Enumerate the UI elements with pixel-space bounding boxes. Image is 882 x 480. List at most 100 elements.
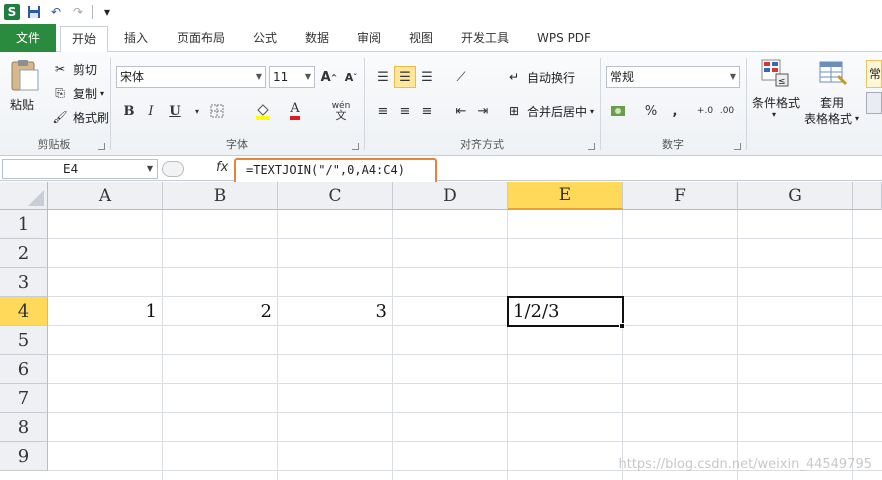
decrease-indent-button[interactable]: ⇤ [450, 100, 472, 122]
row-header-8[interactable]: 8 [0, 413, 48, 442]
borders-button[interactable] [206, 100, 228, 122]
number-launcher-icon[interactable] [734, 143, 741, 150]
column-header-a[interactable]: A [48, 182, 163, 210]
paste-button[interactable]: 粘贴 [10, 96, 34, 113]
format-painter-button[interactable]: 🖌 格式刷 [50, 108, 109, 126]
number-format-select[interactable]: 常规 ▼ [606, 66, 740, 88]
tab-file[interactable]: 文件 [0, 24, 56, 52]
paste-icon[interactable] [6, 58, 42, 94]
chevron-down-icon[interactable]: ▾ [186, 100, 208, 122]
tab-insert[interactable]: 插入 [114, 26, 158, 52]
font-color-letter: A [290, 102, 300, 120]
merge-cells-icon: ⊞ [508, 104, 520, 118]
row-header-1[interactable]: 1 [0, 210, 48, 239]
bold-button[interactable]: B [118, 100, 140, 122]
column-header-f[interactable]: F [623, 182, 738, 210]
save-icon[interactable] [26, 4, 42, 20]
table-format-line1[interactable]: 套用 [820, 94, 844, 111]
align-bottom-button[interactable]: ☰ [416, 66, 438, 88]
gridline [622, 210, 623, 480]
row-header-5[interactable]: 5 [0, 326, 48, 355]
alignment-launcher-icon[interactable] [588, 143, 595, 150]
cell-b4[interactable]: 2 [163, 297, 277, 326]
paste-label: 粘贴 [10, 98, 35, 112]
gridline [737, 210, 738, 480]
clipboard-launcher-icon[interactable] [98, 143, 105, 150]
merge-center-button[interactable]: ⊞ 合并后居中 ▾ [504, 102, 594, 120]
redo-icon[interactable]: ↷ [70, 4, 86, 20]
tab-review[interactable]: 审阅 [348, 26, 390, 52]
tab-wps-pdf[interactable]: WPS PDF [528, 26, 600, 52]
increase-indent-button[interactable]: ⇥ [472, 100, 494, 122]
conditional-format-button[interactable]: 条件格式 [752, 94, 800, 111]
watermark-text: https://blog.csdn.net/weixin_44549795 [618, 457, 872, 472]
align-right-button[interactable]: ≡ [416, 100, 438, 122]
column-header-c[interactable]: C [278, 182, 393, 210]
copy-button[interactable]: ⎘ 复制 ▾ [50, 84, 104, 102]
column-header-h[interactable] [853, 182, 882, 210]
grow-font-button[interactable]: A ^ [318, 66, 340, 88]
font-size-select[interactable]: 11 ▼ [269, 66, 315, 88]
tab-developer[interactable]: 开发工具 [452, 26, 518, 52]
increase-decimal-button[interactable]: +.0 [694, 100, 716, 122]
phonetic-button[interactable]: wén 文 [326, 100, 356, 122]
decrease-decimal-button[interactable]: .00 [716, 100, 738, 122]
gridline [277, 210, 278, 480]
group-divider [110, 58, 111, 150]
comma-button[interactable]: , [664, 100, 686, 122]
fx-icon[interactable]: fx [216, 160, 228, 175]
font-launcher-icon[interactable] [352, 143, 359, 150]
table-format-button[interactable]: 表格格式 ▾ [804, 110, 859, 127]
align-middle-button[interactable]: ☰ [394, 66, 416, 88]
cell-styles-button[interactable]: 常 [866, 60, 882, 88]
group-divider [600, 58, 601, 150]
column-header-e[interactable]: E [508, 182, 623, 210]
currency-button[interactable] [608, 100, 630, 122]
cell-c4[interactable]: 3 [278, 297, 392, 326]
underline-button[interactable]: U [164, 100, 186, 122]
row-header-4[interactable]: 4 [0, 297, 48, 326]
tab-formulas[interactable]: 公式 [244, 26, 286, 52]
fill-color-button[interactable] [252, 100, 274, 122]
align-center-button[interactable]: ≡ [394, 100, 416, 122]
gridline [852, 210, 853, 480]
undo-icon[interactable]: ↶ [48, 4, 64, 20]
column-header-b[interactable]: B [163, 182, 278, 210]
row-header-6[interactable]: 6 [0, 355, 48, 384]
borders-icon [210, 104, 224, 118]
svg-text:≤: ≤ [778, 77, 786, 87]
row-header-9[interactable]: 9 [0, 442, 48, 471]
format-cells-icon[interactable] [866, 92, 882, 114]
tab-view[interactable]: 视图 [400, 26, 442, 52]
column-header-g[interactable]: G [738, 182, 853, 210]
select-all-corner[interactable] [0, 182, 48, 210]
chevron-down-icon: ▼ [729, 72, 736, 81]
align-top-button[interactable]: ☰ [372, 66, 394, 88]
formula-bar-splitter[interactable] [162, 161, 184, 177]
caret-down-icon: ˇ [353, 72, 358, 82]
currency-icon [611, 106, 625, 116]
row-header-3[interactable]: 3 [0, 268, 48, 297]
percent-button[interactable]: % [640, 100, 662, 122]
customize-toolbar-button[interactable]: ▾ [99, 4, 115, 20]
alignment-group-label: 对齐方式 [460, 138, 504, 151]
row-header-7[interactable]: 7 [0, 384, 48, 413]
font-name-select[interactable]: 宋体 ▼ [116, 66, 266, 88]
caret-up-icon: ^ [330, 72, 338, 82]
name-box[interactable]: E4 ▼ [2, 159, 158, 179]
column-header-d[interactable]: D [393, 182, 508, 210]
wrap-text-button[interactable]: ↵ 自动换行 [504, 68, 575, 86]
tab-page-layout[interactable]: 页面布局 [168, 26, 234, 52]
tab-home[interactable]: 开始 [60, 26, 108, 53]
orientation-button[interactable]: ⟋ [450, 66, 472, 88]
name-box-value: E4 [63, 162, 79, 176]
font-color-button[interactable]: A [284, 100, 306, 122]
fill-handle[interactable] [619, 323, 625, 329]
cell-a4[interactable]: 1 [48, 297, 162, 326]
align-left-button[interactable]: ≡ [372, 100, 394, 122]
italic-button[interactable]: I [140, 100, 162, 122]
row-header-2[interactable]: 2 [0, 239, 48, 268]
shrink-font-button[interactable]: Aˇ [340, 66, 362, 88]
cut-button[interactable]: ✂ 剪切 [50, 60, 97, 78]
tab-data[interactable]: 数据 [296, 26, 338, 52]
